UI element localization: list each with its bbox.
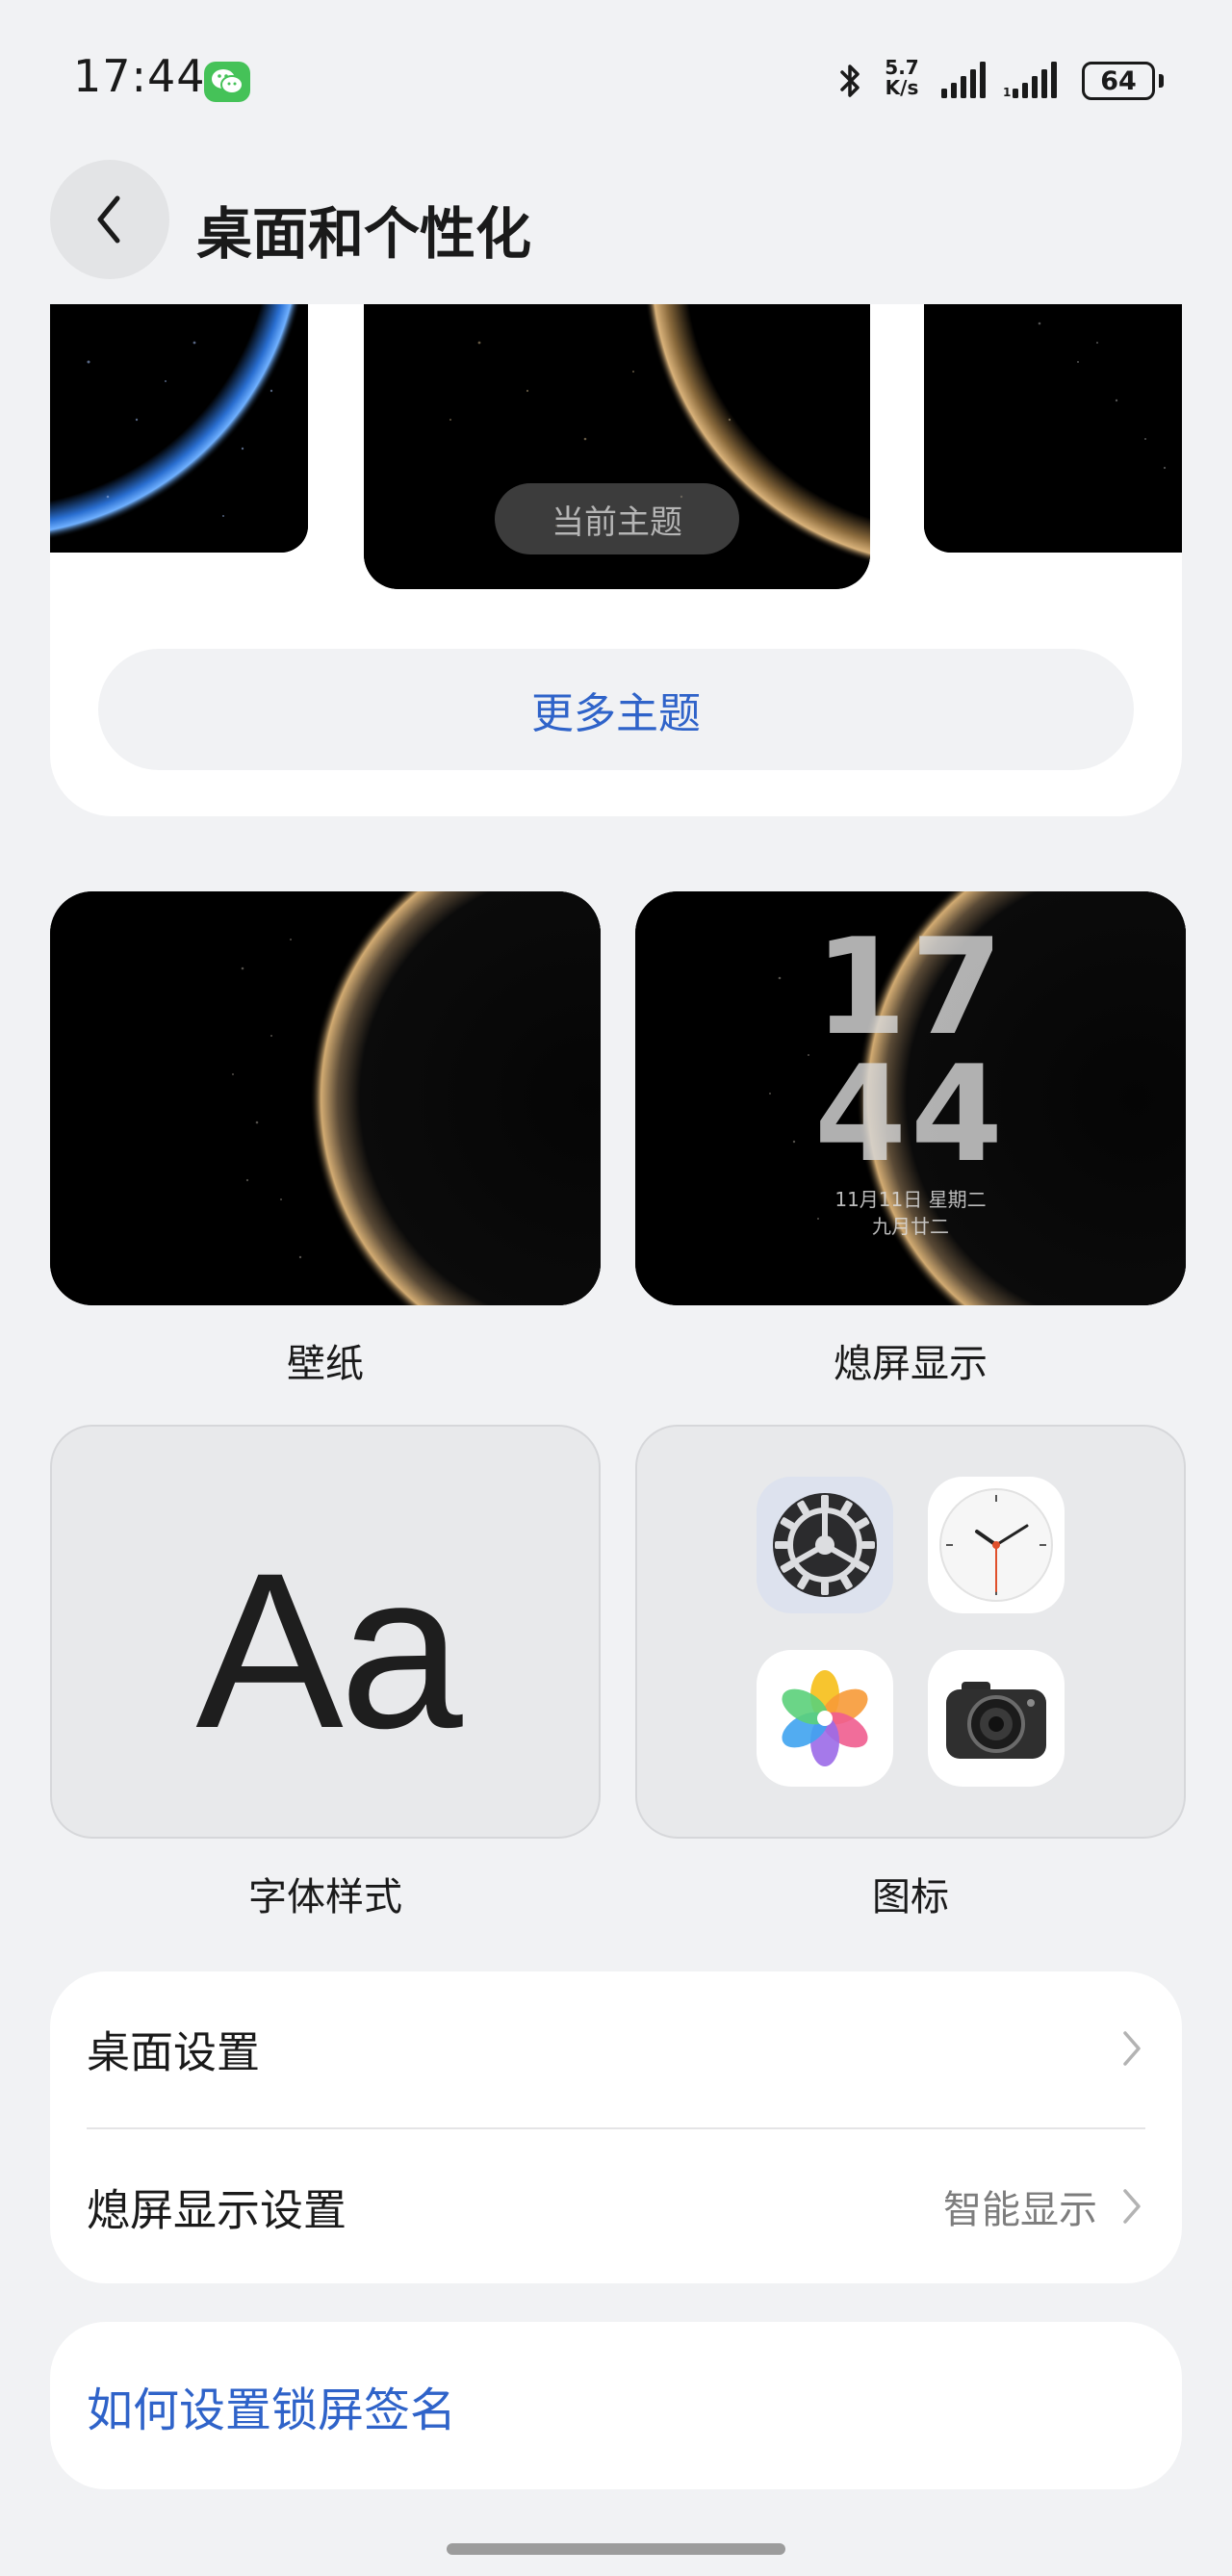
status-bar: 17:44 5.7 K/s 1 64 xyxy=(0,0,1232,154)
aod-clock-hour: 17 xyxy=(813,910,1008,1065)
aod-clock: 17 44 xyxy=(635,910,1186,1192)
more-themes-button[interactable]: 更多主题 xyxy=(98,649,1134,770)
signal-strength-2-icon: 1 xyxy=(1003,62,1057,99)
home-indicator[interactable] xyxy=(447,2543,785,2555)
theme-thumbnail-previous[interactable] xyxy=(50,304,308,553)
chevron-left-icon xyxy=(97,195,120,244)
back-button[interactable] xyxy=(50,160,169,279)
settings-app-icon xyxy=(757,1477,893,1613)
chevron-right-icon xyxy=(1123,2031,1141,2066)
battery-level: 64 xyxy=(1088,66,1149,96)
lockscreen-signature-help-link[interactable]: 如何设置锁屏签名 xyxy=(87,2372,456,2439)
aod-label: 熄屏显示 xyxy=(834,1342,988,1386)
aod-settings-row[interactable]: 熄屏显示设置 智能显示 xyxy=(50,2129,1182,2283)
always-on-display-tile[interactable]: 17 44 11月11日 星期二 九月廿二 xyxy=(635,891,1186,1305)
page-title: 桌面和个性化 xyxy=(196,201,532,267)
settings-list: 桌面设置 熄屏显示设置 智能显示 xyxy=(50,1971,1182,2283)
network-speed: 5.7 K/s xyxy=(880,58,924,98)
chevron-right-icon xyxy=(1123,2189,1141,2224)
wechat-notification-icon xyxy=(204,62,250,102)
aod-lunar-line: 九月廿二 xyxy=(872,1215,949,1238)
aod-settings-label: 熄屏显示设置 xyxy=(87,2184,347,2236)
current-theme-badge: 当前主题 xyxy=(495,483,739,554)
font-sample: Aa xyxy=(195,1527,462,1774)
battery-icon: 64 xyxy=(1082,62,1155,100)
camera-app-icon xyxy=(928,1650,1065,1787)
font-style-label: 字体样式 xyxy=(248,1875,402,1919)
font-style-tile[interactable]: Aa xyxy=(50,1425,601,1839)
svg-text:1: 1 xyxy=(1003,86,1011,99)
wallpaper-label: 壁纸 xyxy=(287,1342,364,1386)
clock-app-icon xyxy=(928,1477,1065,1613)
aod-date-line: 11月11日 星期二 xyxy=(834,1188,987,1211)
desktop-settings-label: 桌面设置 xyxy=(87,2026,261,2078)
aod-clock-minute: 44 xyxy=(813,1037,1008,1192)
aod-settings-value: 智能显示 xyxy=(943,2188,1097,2232)
signal-strength-icon xyxy=(941,62,986,98)
battery-cap xyxy=(1159,74,1164,88)
theme-thumbnail-next[interactable] xyxy=(924,304,1182,553)
theme-carousel-card: 当前主题 更多主题 xyxy=(50,304,1182,816)
network-speed-value: 5.7 xyxy=(885,56,919,79)
help-card[interactable]: 如何设置锁屏签名 xyxy=(50,2322,1182,2489)
photos-app-icon xyxy=(757,1650,893,1787)
wallpaper-tile[interactable] xyxy=(50,891,601,1305)
desktop-settings-row[interactable]: 桌面设置 xyxy=(50,1971,1182,2125)
bluetooth-icon xyxy=(840,64,860,97)
icons-label: 图标 xyxy=(872,1875,949,1919)
aod-date: 11月11日 星期二 九月廿二 xyxy=(635,1186,1186,1240)
network-speed-unit: K/s xyxy=(885,76,919,99)
status-time: 17:44 xyxy=(73,50,206,102)
icons-tile[interactable] xyxy=(635,1425,1186,1839)
